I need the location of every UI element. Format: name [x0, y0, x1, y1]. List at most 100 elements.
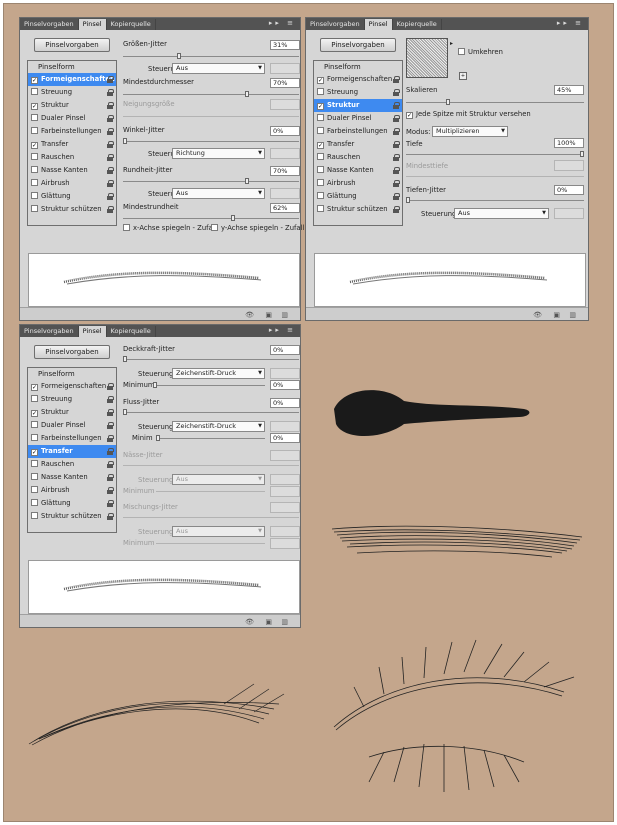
- eye-icon[interactable]: 👁: [533, 311, 542, 319]
- min-roundness-slider[interactable]: [123, 215, 299, 221]
- slider-handle[interactable]: [406, 197, 410, 203]
- lock-icon[interactable]: [393, 128, 400, 135]
- depth-jitter-input[interactable]: 0%: [554, 185, 584, 195]
- list-item-protect-texture[interactable]: Struktur schützen: [28, 203, 116, 216]
- lock-icon[interactable]: [393, 167, 400, 174]
- checkbox-icon[interactable]: [31, 512, 38, 519]
- checkbox-icon[interactable]: [31, 473, 38, 480]
- depth-jitter-slider[interactable]: [406, 197, 584, 203]
- opacity-control-select[interactable]: Zeichenstift-Druck: [172, 368, 265, 379]
- checkbox-icon[interactable]: [31, 499, 38, 506]
- brush-presets-button[interactable]: Pinselvorgaben: [320, 38, 396, 52]
- list-item-dual-brush[interactable]: Dualer Pinsel: [314, 112, 402, 125]
- list-item-wet-edges[interactable]: Nasse Kanten: [28, 164, 116, 177]
- depth-input[interactable]: 100%: [554, 138, 584, 148]
- slider-handle[interactable]: [245, 178, 249, 184]
- checkbox-icon[interactable]: ✓: [406, 112, 413, 119]
- panel-menu-icon[interactable]: ▸▸ ≡: [557, 19, 584, 27]
- checkbox-icon[interactable]: [31, 127, 38, 134]
- new-preset-icon[interactable]: ▣: [265, 618, 272, 626]
- list-item-protect-texture[interactable]: Struktur schützen: [314, 203, 402, 216]
- lock-icon[interactable]: [107, 193, 114, 200]
- lock-icon[interactable]: [393, 180, 400, 187]
- list-item-airbrush[interactable]: Airbrush: [28, 177, 116, 190]
- slider-handle[interactable]: [580, 151, 584, 157]
- lock-icon[interactable]: [393, 154, 400, 161]
- scale-slider[interactable]: [406, 99, 584, 105]
- checkbox-icon[interactable]: [31, 153, 38, 160]
- list-item-texture[interactable]: ✓ Struktur: [314, 99, 402, 112]
- lock-icon[interactable]: [107, 474, 114, 481]
- checkbox-icon[interactable]: ✓: [317, 142, 324, 149]
- scale-input[interactable]: 45%: [554, 85, 584, 95]
- list-item-airbrush[interactable]: Airbrush: [314, 177, 402, 190]
- checkbox-icon[interactable]: ✓: [31, 77, 38, 84]
- lock-icon[interactable]: [107, 396, 114, 403]
- lock-icon[interactable]: [107, 167, 114, 174]
- checkbox-icon[interactable]: [31, 88, 38, 95]
- slider-handle[interactable]: [123, 138, 127, 144]
- list-item-transfer[interactable]: ✓ Transfer: [314, 138, 402, 151]
- list-item-wet-edges[interactable]: Nasse Kanten: [314, 164, 402, 177]
- tab-brush[interactable]: Pinsel: [364, 19, 393, 30]
- lock-icon[interactable]: [107, 513, 114, 520]
- min-roundness-input[interactable]: 62%: [270, 203, 300, 213]
- panel-menu-icon[interactable]: ▸▸ ≡: [269, 326, 296, 334]
- list-item-scattering[interactable]: Streuung: [314, 86, 402, 99]
- checkbox-icon[interactable]: [317, 166, 324, 173]
- trash-icon[interactable]: ▥: [281, 618, 288, 626]
- checkbox-icon[interactable]: ✓: [317, 103, 324, 110]
- angle-control-select[interactable]: Richtung: [172, 148, 265, 159]
- texture-each-tip-checkbox[interactable]: ✓ Jede Spitze mit Struktur versehen: [406, 110, 531, 119]
- lock-icon[interactable]: [107, 422, 114, 429]
- list-item-dual-brush[interactable]: Dualer Pinsel: [28, 112, 116, 125]
- checkbox-icon[interactable]: [317, 153, 324, 160]
- checkbox-icon[interactable]: [211, 224, 218, 231]
- slider-handle[interactable]: [123, 409, 127, 415]
- flow-control-select[interactable]: Zeichenstift-Druck: [172, 421, 265, 432]
- lock-icon[interactable]: [107, 206, 114, 213]
- list-item-transfer[interactable]: ✓ Transfer: [28, 138, 116, 151]
- angle-jitter-slider[interactable]: [123, 138, 299, 144]
- slider-handle[interactable]: [153, 382, 157, 388]
- checkbox-icon[interactable]: [31, 434, 38, 441]
- lock-icon[interactable]: [107, 102, 114, 109]
- checkbox-icon[interactable]: [317, 179, 324, 186]
- list-item-shape-dynamics[interactable]: ✓ Formeigenschaften: [28, 380, 116, 393]
- lock-icon[interactable]: [107, 487, 114, 494]
- new-preset-icon[interactable]: ▣: [553, 311, 560, 319]
- flip-x-checkbox[interactable]: x-Achse spiegeln - Zufall: [123, 224, 216, 232]
- list-item-color-dynamics[interactable]: Farbeinstellungen: [28, 432, 116, 445]
- texture-pattern-swatch[interactable]: [406, 38, 448, 78]
- slider-handle[interactable]: [156, 435, 160, 441]
- checkbox-icon[interactable]: ✓: [31, 103, 38, 110]
- flow-minimum-input[interactable]: 0%: [270, 433, 300, 443]
- size-jitter-input[interactable]: 31%: [270, 40, 300, 50]
- lock-icon[interactable]: [393, 102, 400, 109]
- opacity-minimum-slider[interactable]: [153, 382, 265, 388]
- checkbox-icon[interactable]: ✓: [31, 449, 38, 456]
- list-item-dual-brush[interactable]: Dualer Pinsel: [28, 419, 116, 432]
- flow-jitter-input[interactable]: 0%: [270, 398, 300, 408]
- trash-icon[interactable]: ▥: [281, 311, 288, 319]
- list-item-airbrush[interactable]: Airbrush: [28, 484, 116, 497]
- tab-brush-presets[interactable]: Pinselvorgaben: [20, 19, 79, 30]
- roundness-jitter-input[interactable]: 70%: [270, 166, 300, 176]
- tab-brush-presets[interactable]: Pinselvorgaben: [306, 19, 365, 30]
- list-item-shape-dynamics[interactable]: ✓ Formeigenschaften: [314, 73, 402, 86]
- eye-icon[interactable]: 👁: [245, 311, 254, 319]
- flip-y-checkbox[interactable]: y-Achse spiegeln - Zufall: [211, 224, 304, 232]
- opacity-jitter-input[interactable]: 0%: [270, 345, 300, 355]
- checkbox-icon[interactable]: [317, 205, 324, 212]
- lock-icon[interactable]: [107, 89, 114, 96]
- min-diameter-input[interactable]: 70%: [270, 78, 300, 88]
- list-item-transfer[interactable]: ✓ Transfer: [28, 445, 116, 458]
- list-item-protect-texture[interactable]: Struktur schützen: [28, 510, 116, 523]
- list-item-wet-edges[interactable]: Nasse Kanten: [28, 471, 116, 484]
- checkbox-icon[interactable]: ✓: [31, 384, 38, 391]
- lock-icon[interactable]: [107, 409, 114, 416]
- angle-jitter-input[interactable]: 0%: [270, 126, 300, 136]
- panel-menu-icon[interactable]: ▸▸ ≡: [269, 19, 296, 27]
- list-item-scattering[interactable]: Streuung: [28, 393, 116, 406]
- new-preset-icon[interactable]: +: [459, 72, 467, 80]
